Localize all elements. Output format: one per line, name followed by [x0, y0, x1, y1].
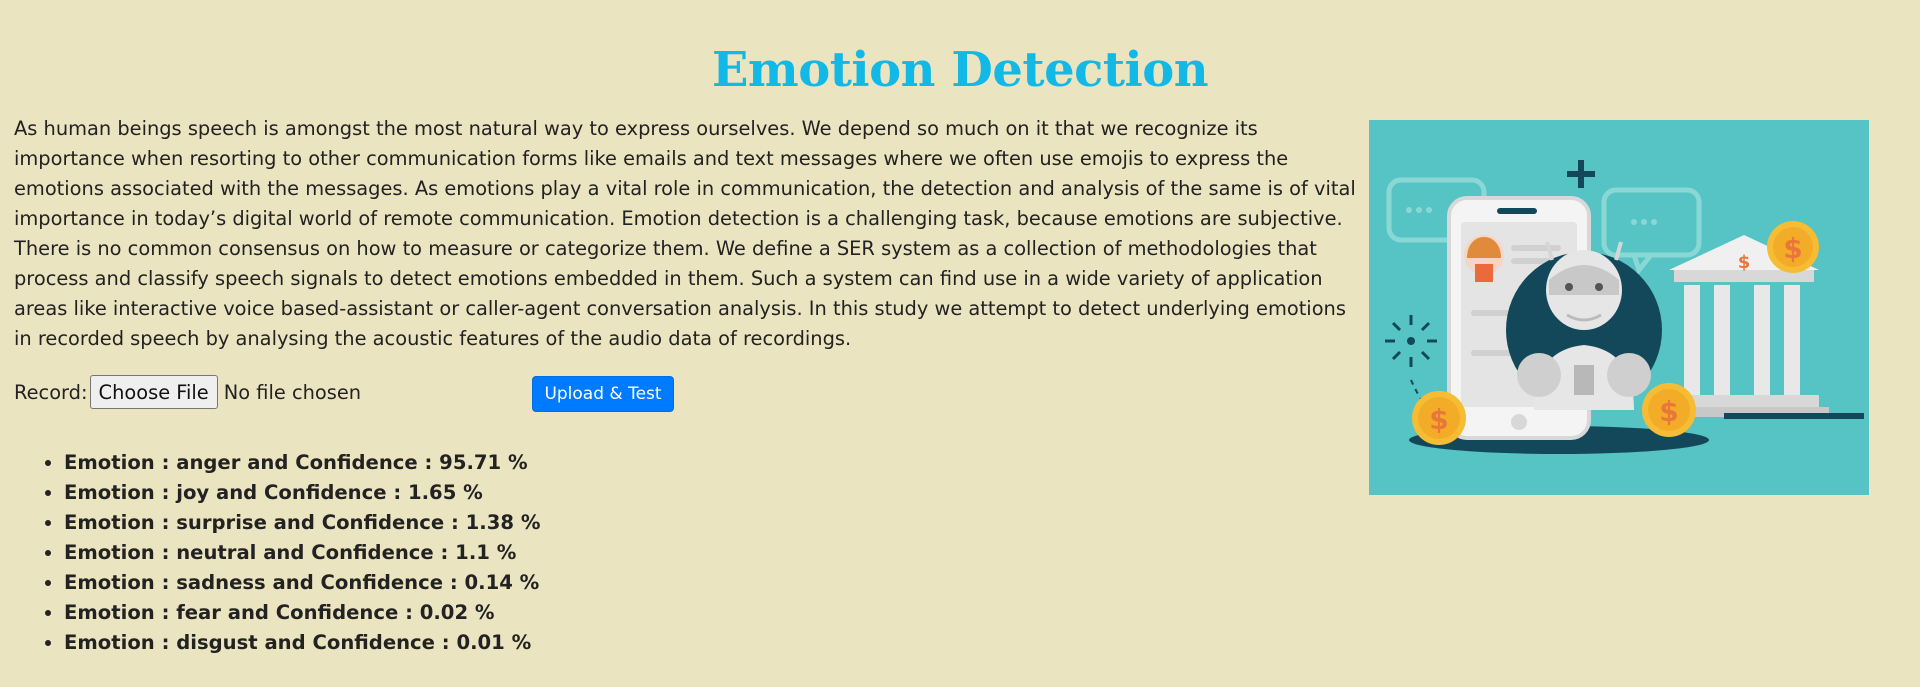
- record-label: Record:: [14, 380, 88, 404]
- coin-dollar-label: $: [1429, 403, 1448, 436]
- result-item: Emotion : surprise and Confidence : 1.38…: [64, 508, 540, 538]
- speech-illustration: $ $ $ $: [1369, 120, 1869, 495]
- bank-icon: $: [1659, 235, 1864, 419]
- results-list: Emotion : anger and Confidence : 95.71 %…: [64, 448, 540, 658]
- description-text: As human beings speech is amongst the mo…: [14, 117, 1356, 350]
- coin-icon: $: [1642, 383, 1696, 437]
- coin-dollar-label: $: [1783, 232, 1802, 265]
- coin-icon: $: [1412, 391, 1466, 445]
- coin-dollar-label: $: [1659, 395, 1678, 428]
- illustration-svg: $ $ $ $: [1385, 160, 1864, 454]
- result-item: Emotion : fear and Confidence : 0.02 %: [64, 598, 540, 628]
- coin-icon: $: [1767, 221, 1819, 273]
- upload-test-button[interactable]: Upload & Test: [532, 376, 674, 412]
- result-item: Emotion : anger and Confidence : 95.71 %: [64, 448, 540, 478]
- bank-dollar-label: $: [1738, 252, 1751, 273]
- result-item: Emotion : neutral and Confidence : 1.1 %: [64, 538, 540, 568]
- plus-icon: [1567, 160, 1595, 188]
- page-title: Emotion Detection: [711, 42, 1209, 99]
- choose-file-button[interactable]: Choose File: [89, 375, 218, 409]
- result-item: Emotion : sadness and Confidence : 0.14 …: [64, 568, 540, 598]
- result-item: Emotion : joy and Confidence : 1.65 %: [64, 478, 540, 508]
- file-status-text: No file chosen: [223, 380, 362, 404]
- record-row: Record: Choose File No file chosen: [14, 372, 361, 412]
- result-item: Emotion : disgust and Confidence : 0.01 …: [64, 628, 540, 658]
